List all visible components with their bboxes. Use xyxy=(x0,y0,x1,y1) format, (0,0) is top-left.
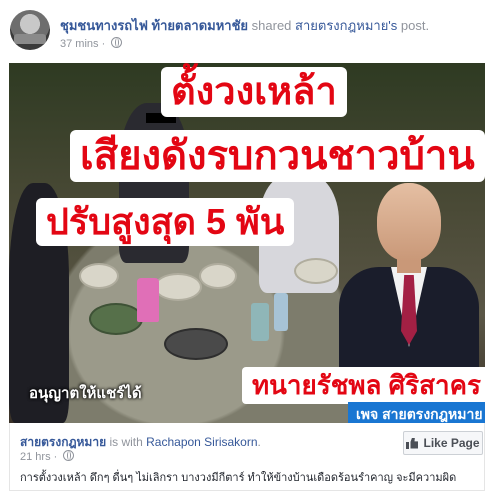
share-line: ชุมชนทางรถไฟ ท้ายตลาดมหาชัย shared สายตร… xyxy=(60,15,429,36)
globe-icon[interactable] xyxy=(63,450,75,461)
tagged-person-link[interactable]: Rachapon Sirisakorn xyxy=(146,435,257,449)
plate xyxy=(199,263,237,289)
shared-post-timestamp[interactable]: 21 hrs xyxy=(20,451,51,463)
lawyer-name: ทนายรัชพล ศิริสาคร xyxy=(242,367,485,404)
headline-1: ตั้งวงเหล้า xyxy=(161,67,347,117)
bowl xyxy=(164,328,228,360)
with-text: is with xyxy=(106,435,147,449)
plate xyxy=(294,258,338,284)
like-page-label: Like Page xyxy=(423,436,480,450)
drink-bottle xyxy=(274,293,288,331)
post-timestamp[interactable]: 37 mins xyxy=(60,38,99,50)
plate xyxy=(79,263,119,289)
meta-separator: · xyxy=(53,451,58,463)
post-link[interactable]: post. xyxy=(397,18,429,33)
share-permission-text: อนุญาตให้แชร์ได้ xyxy=(29,385,142,402)
page-badge: เพจ สายตรงกฎหมาย xyxy=(348,402,485,423)
thumbs-up-icon xyxy=(406,438,418,449)
drink-bottle xyxy=(251,303,269,341)
post-meta: 37 mins · xyxy=(60,37,123,50)
shared-post-meta: 21 hrs · xyxy=(20,450,75,463)
headline-2: เสียงดังรบกวนชาวบ้าน xyxy=(70,130,485,182)
sharing-page-link[interactable]: ชุมชนทางรถไฟ ท้ายตลาดมหาชัย xyxy=(60,18,248,33)
meta-separator: · xyxy=(101,38,106,50)
original-owner-link[interactable]: สายตรงกฎหมาย's xyxy=(295,18,397,33)
post-caption: การตั้งวงเหล้า ดึกๆ ดื่นๆ ไม่เลิกรา บางว… xyxy=(20,472,457,484)
vegetable-plate xyxy=(89,303,143,335)
pink-cup xyxy=(137,278,159,322)
period: . xyxy=(257,435,261,449)
shared-text: shared xyxy=(248,18,296,33)
plate xyxy=(154,273,202,301)
post-header: ชุมชนทางรถไฟ ท้ายตลาดมหาชัย shared สายตร… xyxy=(10,10,484,54)
globe-icon[interactable] xyxy=(111,37,123,48)
shared-post-footer: สายตรงกฎหมาย is with Rachapon Sirisakorn… xyxy=(9,423,485,491)
lawyer-portrait xyxy=(339,183,479,383)
like-page-button[interactable]: Like Page xyxy=(403,431,483,455)
headline-3: ปรับสูงสุด 5 พัน xyxy=(36,198,295,246)
shared-image[interactable]: ตั้งวงเหล้า เสียงดังรบกวนชาวบ้าน ปรับสูง… xyxy=(9,63,485,423)
page-avatar[interactable] xyxy=(10,10,50,50)
shared-page-link[interactable]: สายตรงกฎหมาย xyxy=(20,435,106,449)
